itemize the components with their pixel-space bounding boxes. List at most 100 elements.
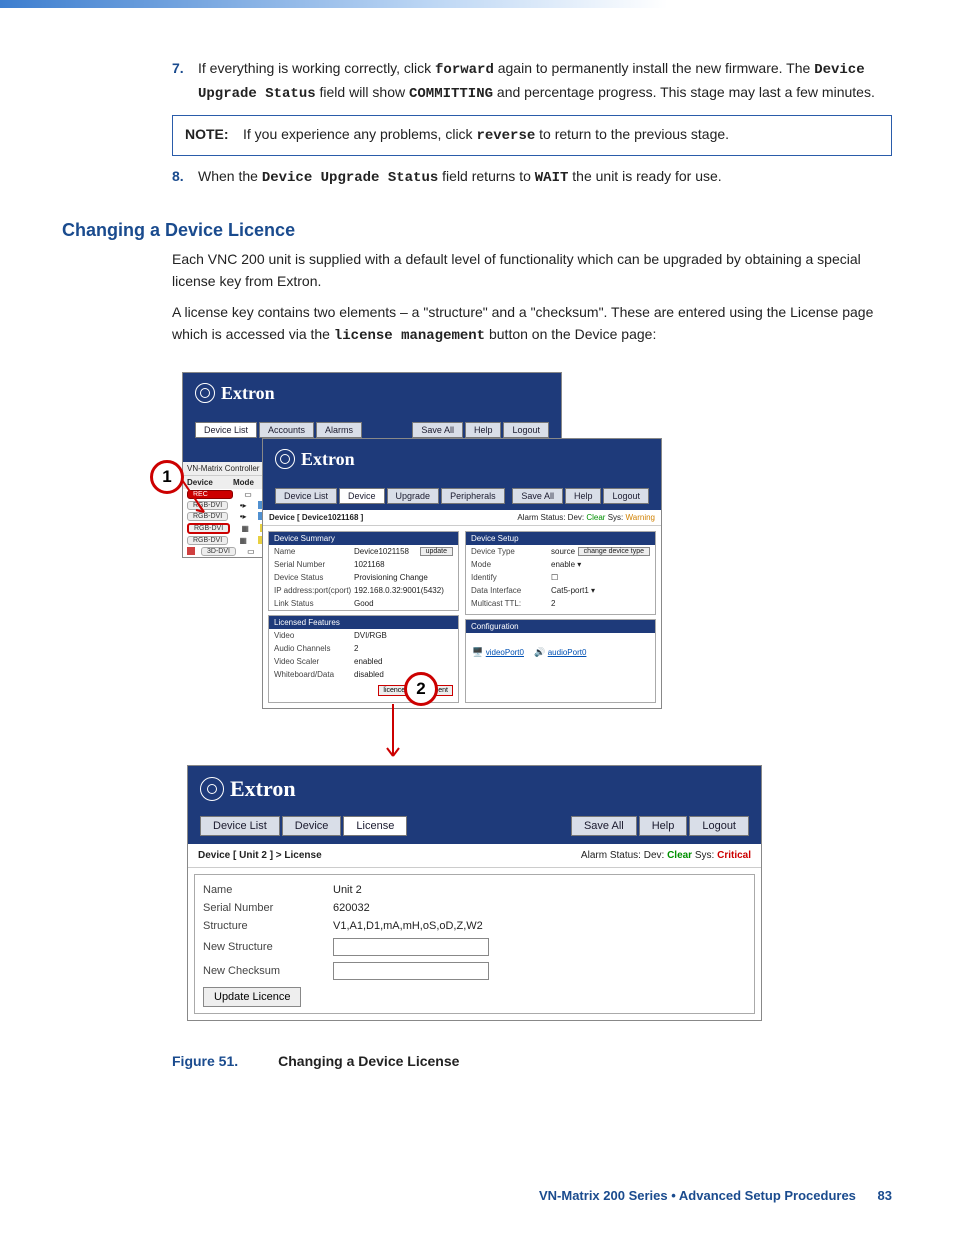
row: Modeenable ▾	[466, 558, 655, 571]
tab-device-list[interactable]: Device List	[195, 422, 257, 438]
page-footer: VN-Matrix 200 Series • Advanced Setup Pr…	[539, 1188, 892, 1203]
tab-device-list[interactable]: Device List	[200, 816, 280, 836]
tabs: Device List Accounts Alarms	[195, 422, 362, 438]
key: New Structure	[203, 941, 333, 953]
row: Link StatusGood	[269, 597, 458, 610]
step-7: 7. If everything is working correctly, c…	[172, 58, 892, 105]
change-device-type-button[interactable]: change device type	[578, 547, 650, 556]
tab-device-list[interactable]: Device List	[275, 488, 337, 504]
step-body: If everything is working correctly, clic…	[198, 58, 892, 105]
tabs: Device List Device Upgrade Peripherals	[275, 488, 505, 504]
identify-checkbox[interactable]: ☐	[551, 573, 650, 582]
note-label: NOTE:	[185, 124, 243, 147]
save-all-button[interactable]: Save All	[412, 422, 463, 438]
status-critical: Critical	[717, 850, 751, 861]
save-all-button[interactable]: Save All	[512, 488, 563, 504]
data-interface-select[interactable]: Cat5-port1 ▾	[551, 586, 650, 595]
help-button[interactable]: Help	[639, 816, 688, 836]
text: and percentage progress. This stage may …	[497, 84, 875, 100]
key: Name	[203, 884, 333, 896]
label: Sys:	[608, 513, 624, 522]
update-licence-button[interactable]: Update Licence	[203, 987, 301, 1007]
figure-title: Changing a Device License	[278, 1053, 459, 1069]
code-wait: WAIT	[535, 170, 569, 186]
help-button[interactable]: Help	[465, 422, 502, 438]
key: Serial Number	[274, 560, 354, 569]
update-button[interactable]: update	[420, 547, 453, 556]
tab-device[interactable]: Device	[282, 816, 342, 836]
footer-title: VN-Matrix 200 Series • Advanced Setup Pr…	[539, 1188, 856, 1203]
code-dus: Device Upgrade Status	[262, 170, 438, 186]
audio-port-link[interactable]: audioPort0	[548, 648, 587, 657]
figure-screenshot: 1 Extron Device List Accounts Alarms	[182, 366, 772, 1031]
tab-device[interactable]: Device	[339, 488, 385, 504]
status-clear: Clear	[586, 513, 605, 522]
new-checksum-input[interactable]	[333, 962, 489, 980]
status-warning: Warning	[626, 513, 656, 522]
right-buttons: Save All Help Logout	[571, 816, 749, 836]
help-button[interactable]: Help	[565, 488, 602, 504]
row: VideoDVI/RGB	[269, 629, 458, 642]
tab-alarms[interactable]: Alarms	[316, 422, 362, 438]
text: When the	[198, 168, 262, 184]
value: 192.168.0.32:9001(5432)	[354, 586, 453, 595]
row: NameUnit 2	[203, 881, 746, 899]
page-content: 7. If everything is working correctly, c…	[0, 8, 954, 1069]
card-device-setup: Device Setup Device Typesourcechange dev…	[465, 531, 656, 615]
status-clear: Clear	[667, 850, 692, 861]
card-header: Licensed Features	[269, 616, 458, 629]
breadcrumb: Device [ Unit 2 ] > License	[198, 850, 322, 861]
key: Video Scaler	[274, 657, 354, 666]
key: Mode	[471, 560, 551, 569]
logout-button[interactable]: Logout	[503, 422, 549, 438]
value: disabled	[354, 670, 453, 679]
value: enabled	[354, 657, 453, 666]
paragraph: Each VNC 200 unit is supplied with a def…	[172, 249, 892, 292]
key: IP address:port(cport)	[274, 586, 354, 595]
brand-text: Extron	[230, 776, 296, 802]
new-structure-input[interactable]	[333, 938, 489, 956]
card-header: Device Summary	[269, 532, 458, 545]
mode-icon: ▭	[237, 490, 259, 499]
tab-upgrade[interactable]: Upgrade	[387, 488, 440, 504]
brand-logo: Extron	[275, 449, 649, 470]
tab-license[interactable]: License	[343, 816, 407, 836]
logout-button[interactable]: Logout	[689, 816, 749, 836]
brand-text: Extron	[221, 383, 275, 404]
code-license-management: license management	[334, 328, 485, 344]
row: Video Scalerenabled	[269, 655, 458, 668]
extron-logo-icon	[200, 777, 224, 801]
key: Whiteboard/Data	[274, 670, 354, 679]
row: Multicast TTL:2	[466, 597, 655, 610]
row: Device StatusProvisioning Change	[269, 571, 458, 584]
tab-accounts[interactable]: Accounts	[259, 422, 314, 438]
card-configuration: Configuration 🖥️ videoPort0 🔊 audioPort0	[465, 619, 656, 703]
save-all-button[interactable]: Save All	[571, 816, 637, 836]
device-tag: 3D-DVI	[201, 547, 236, 556]
value: DVI/RGB	[354, 631, 453, 640]
row: Device Typesourcechange device type	[466, 545, 655, 558]
key: New Checksum	[203, 965, 333, 977]
alarm-status: Alarm Status: Dev: Clear Sys: Critical	[581, 850, 751, 861]
value: Provisioning Change	[354, 573, 453, 582]
text: again to permanently install the new fir…	[498, 60, 814, 76]
brand-logo: Extron	[195, 383, 549, 404]
device-tag: RGB-DVI	[187, 536, 228, 545]
mode-select[interactable]: enable ▾	[551, 560, 650, 569]
tab-peripherals[interactable]: Peripherals	[441, 488, 505, 504]
callout-2: 2	[404, 672, 438, 706]
row: Data InterfaceCat5-port1 ▾	[466, 584, 655, 597]
breadcrumb-bar: Device [ Unit 2 ] > License Alarm Status…	[188, 844, 761, 868]
text: If everything is working correctly, clic…	[198, 60, 435, 76]
panel-license: Extron Device List Device License Save A…	[187, 765, 762, 1021]
value: 620032	[333, 902, 370, 914]
card-device-summary: Device Summary NameDevice1021158update S…	[268, 531, 459, 611]
subtitle: VN-Matrix Controller	[187, 464, 259, 473]
extron-logo-icon	[195, 383, 215, 403]
value: source	[551, 547, 578, 556]
value: Device1021158	[354, 547, 420, 556]
video-port-link[interactable]: videoPort0	[486, 648, 524, 657]
extron-logo-icon	[275, 449, 295, 469]
logout-button[interactable]: Logout	[603, 488, 649, 504]
tabs: Device List Device License	[200, 816, 407, 836]
